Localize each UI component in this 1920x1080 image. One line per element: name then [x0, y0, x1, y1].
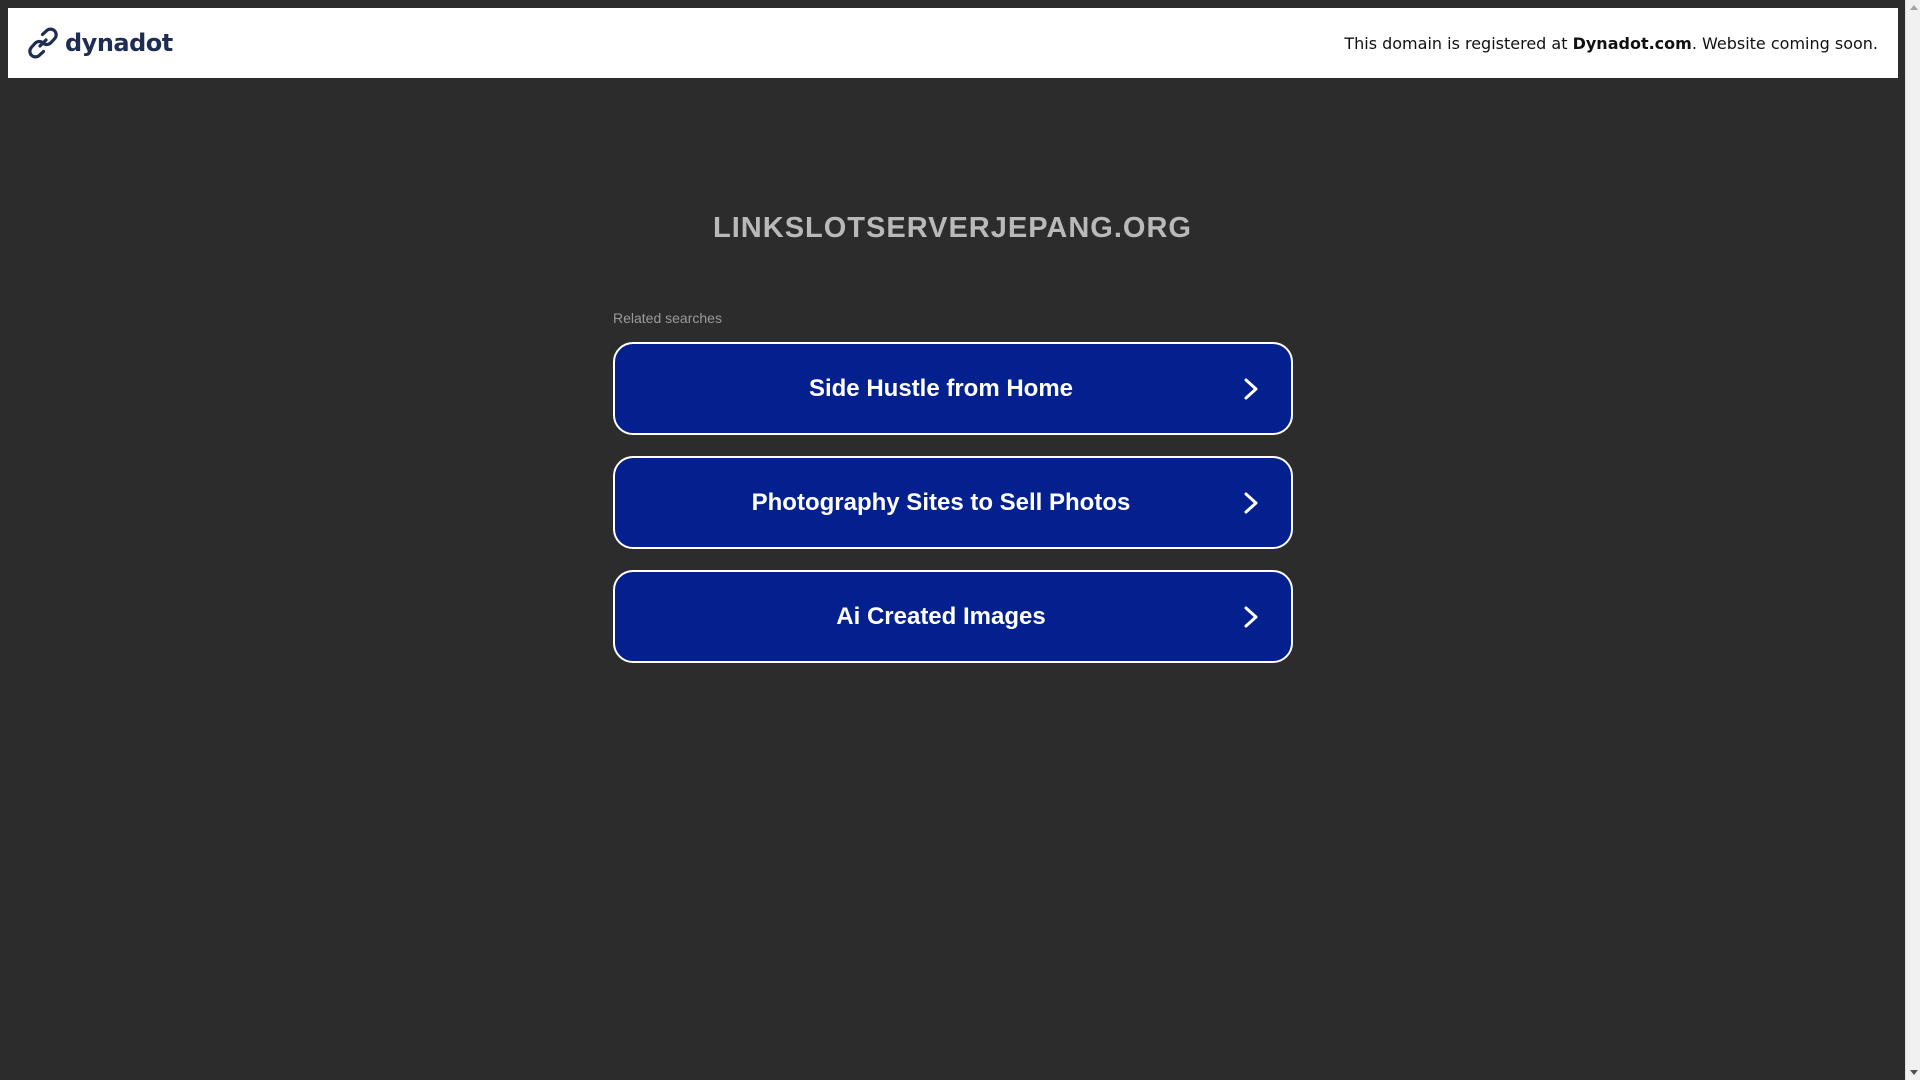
vertical-scrollbar[interactable] [1905, 0, 1920, 1080]
registration-notice: This domain is registered at Dynadot.com… [1344, 34, 1878, 53]
notice-brand: Dynadot.com [1572, 33, 1692, 53]
related-searches-list: Side Hustle from Home Photography Sites … [613, 342, 1293, 684]
page: dynadot This domain is registered at Dyn… [0, 0, 1920, 1080]
chevron-right-icon [1244, 378, 1258, 399]
search-link-label: Side Hustle from Home [808, 374, 1074, 402]
search-link-side-hustle[interactable]: Side Hustle from Home [613, 342, 1293, 435]
search-link-label: Photography Sites to Sell Photos [751, 488, 1131, 516]
domain-title: LINKSLOTSERVERJEPANG.ORG [713, 212, 1192, 244]
scroll-down-arrow-icon[interactable] [1906, 1065, 1920, 1080]
search-link-ai-created-images[interactable]: Ai Created Images [613, 570, 1293, 663]
notice-prefix: This domain is registered at [1344, 33, 1573, 53]
related-searches-label: Related searches [613, 310, 722, 326]
header-bar: dynadot This domain is registered at Dyn… [8, 8, 1898, 78]
dynadot-logo[interactable]: dynadot [27, 27, 173, 59]
chevron-right-icon [1244, 606, 1258, 627]
scroll-up-arrow-icon[interactable] [1906, 0, 1920, 15]
search-link-photography-sites[interactable]: Photography Sites to Sell Photos [613, 456, 1293, 549]
chevron-right-icon [1244, 492, 1258, 513]
notice-suffix: . Website coming soon. [1691, 33, 1878, 53]
dynadot-link-icon [28, 27, 58, 59]
search-link-label: Ai Created Images [836, 602, 1046, 630]
logo-text: dynadot [65, 29, 173, 57]
